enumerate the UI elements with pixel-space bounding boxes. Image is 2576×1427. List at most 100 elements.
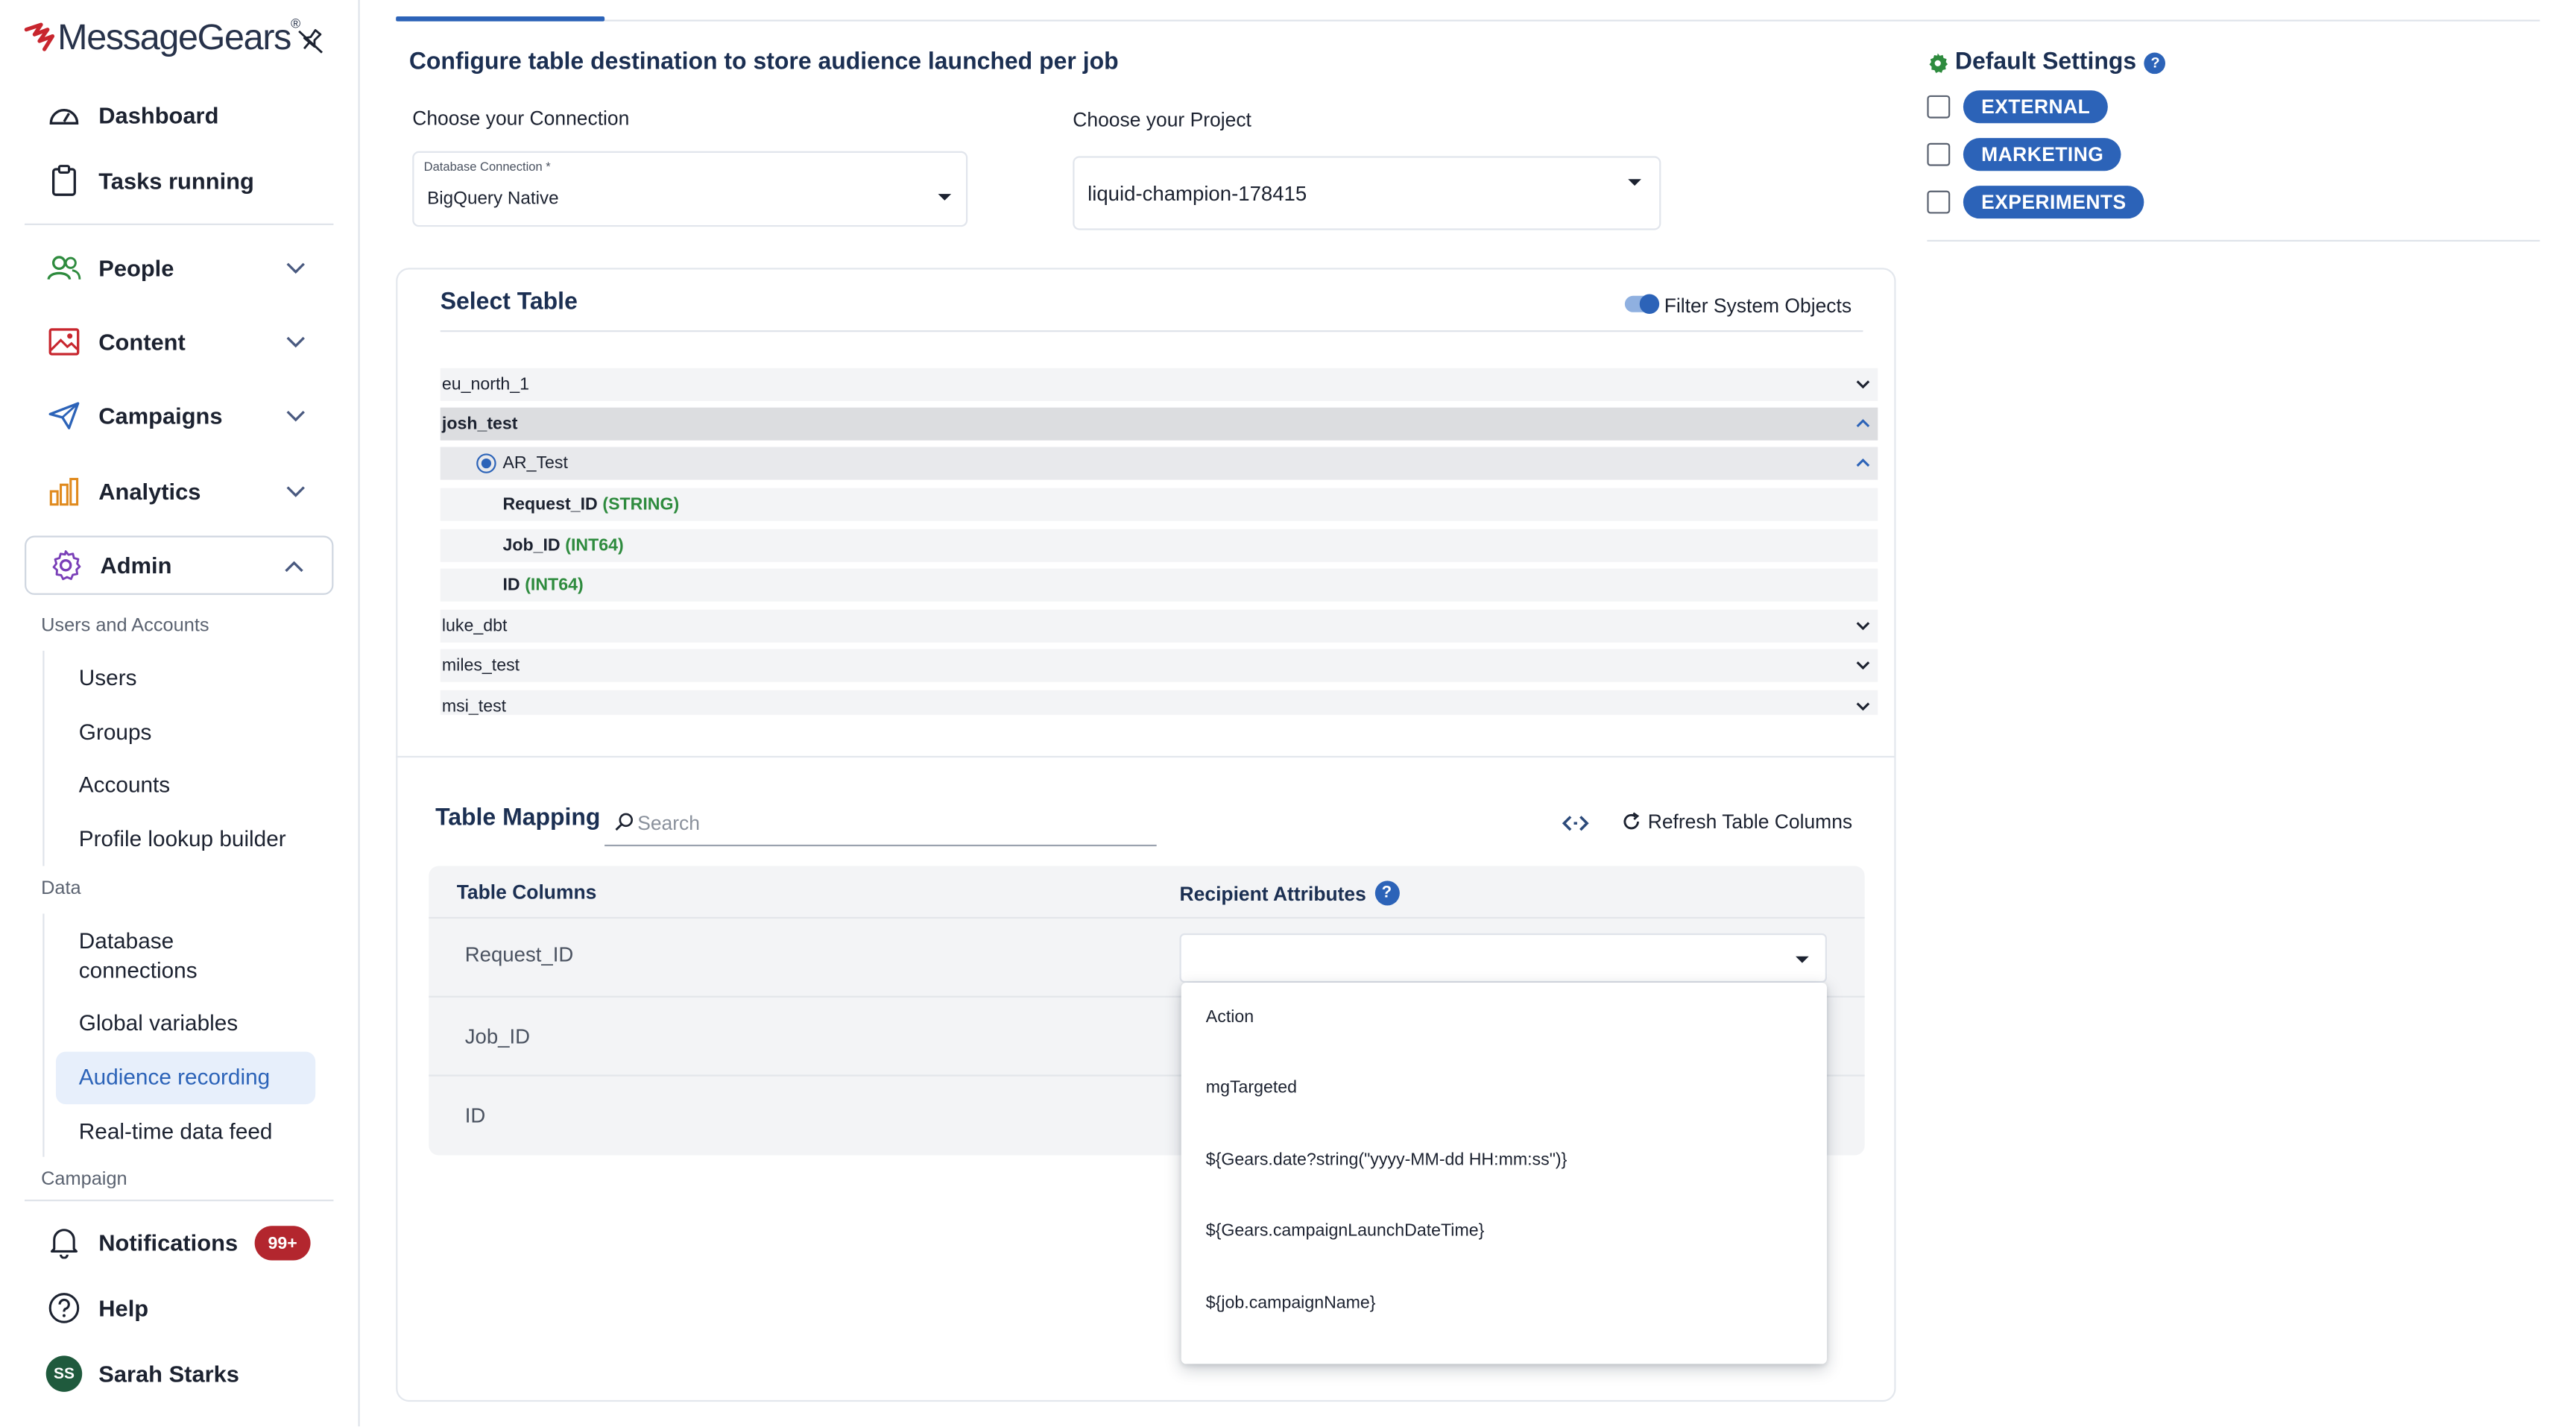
nav-content-label: Content: [98, 328, 186, 356]
dropdown-option[interactable]: ${Gears.date?string("yyyy-MM-dd HH:mm:ss…: [1206, 1150, 1568, 1170]
caret-down-icon: [1628, 179, 1641, 186]
nav-tasks-label: Tasks running: [98, 167, 254, 195]
caret-down-icon: [1796, 956, 1809, 963]
chevron-down-icon: [286, 336, 305, 348]
messagegears-logo-icon: [24, 22, 55, 51]
nav-campaigns[interactable]: Campaigns: [25, 386, 333, 445]
tag-checkbox-experiments[interactable]: [1927, 190, 1951, 214]
chevron-up-icon: [1856, 419, 1870, 428]
filter-system-objects-toggle[interactable]: [1624, 294, 1660, 314]
nav-content[interactable]: Content: [25, 312, 333, 371]
sidebar-item-audience-recording[interactable]: Audience recording: [55, 1051, 316, 1105]
mapping-search[interactable]: [604, 807, 1157, 847]
database-connection-select[interactable]: Database Connection * BigQuery Native: [412, 151, 968, 227]
sidebar-item-global-variables[interactable]: Global variables: [79, 1009, 238, 1039]
avatar: SS: [45, 1355, 83, 1392]
nav-people[interactable]: People: [25, 239, 333, 297]
tab-strip-border: [396, 19, 2540, 22]
select-table-divider: [440, 330, 1863, 333]
nav-dashboard[interactable]: Dashboard: [25, 86, 333, 145]
database-connection-field-label: Database Connection *: [423, 159, 551, 174]
chevron-up-icon: [1856, 458, 1870, 467]
nav-people-label: People: [98, 254, 174, 281]
dataset-row[interactable]: miles_test: [440, 649, 1878, 682]
sidebar: MessageGears® Dashboard Tasks running Pe…: [0, 0, 360, 1427]
help-icon[interactable]: ?: [2144, 51, 2166, 74]
nav-admin[interactable]: Admin: [25, 535, 334, 595]
nav-user-profile[interactable]: SS Sarah Starks: [25, 1344, 333, 1403]
section-data: Data: [41, 879, 81, 899]
sidebar-item-accounts[interactable]: Accounts: [79, 771, 170, 801]
connection-label: Choose your Connection: [412, 107, 630, 130]
card-divider: [396, 755, 1896, 758]
dropdown-option[interactable]: mgTargeted: [1206, 1078, 1297, 1097]
nav-help[interactable]: Help: [25, 1279, 333, 1338]
column-type: (INT64): [525, 575, 584, 595]
tag-checkbox-external[interactable]: [1927, 95, 1951, 119]
recipient-attribute-select[interactable]: [1179, 933, 1827, 983]
project-select[interactable]: liquid-champion-178415: [1073, 156, 1661, 230]
chevron-down-icon: [286, 410, 305, 422]
brand-logo[interactable]: MessageGears®: [23, 16, 300, 59]
dropdown-option[interactable]: ${Gears.campaignLaunchDateTime}: [1206, 1221, 1485, 1241]
sidebar-item-real-time-data-feed[interactable]: Real-time data feed: [79, 1118, 273, 1147]
section-users-accounts: Users and Accounts: [41, 616, 209, 636]
column-row: ID (INT64): [440, 568, 1878, 602]
recipient-attributes-label: Recipient Attributes: [1179, 881, 1366, 905]
column-type: (STRING): [602, 494, 680, 514]
notifications-badge: 99+: [254, 1226, 311, 1261]
dropdown-option[interactable]: Action: [1206, 1007, 1254, 1027]
default-settings-title: Default Settings ?: [1955, 49, 2166, 75]
refresh-icon: [1623, 812, 1640, 830]
column-row: Request_ID (STRING): [440, 488, 1878, 521]
chevron-down-icon: [286, 262, 305, 274]
search-input[interactable]: [637, 811, 1131, 835]
nav-analytics[interactable]: Analytics: [25, 462, 333, 520]
refresh-table-columns-button[interactable]: Refresh Table Columns: [1621, 810, 1852, 833]
project-label: Choose your Project: [1073, 108, 1251, 132]
active-tab-indicator[interactable]: [396, 16, 605, 22]
sidebar-item-groups[interactable]: Groups: [79, 718, 152, 748]
dataset-row[interactable]: luke_dbt: [440, 609, 1878, 643]
pin-off-icon[interactable]: [296, 26, 326, 56]
chevron-down-icon: [1856, 622, 1870, 631]
filter-system-objects-label: Filter System Objects: [1664, 294, 1852, 318]
submenu-line: [42, 650, 45, 866]
mapping-column-name: Job_ID: [464, 1025, 531, 1049]
dropdown-option[interactable]: ${job.campaignName}: [1206, 1294, 1376, 1313]
table-row-selected[interactable]: AR_Test: [440, 447, 1878, 480]
chevron-down-icon: [286, 486, 305, 497]
dataset-name: eu_north_1: [441, 374, 530, 394]
section-campaign: Campaign: [41, 1170, 127, 1188]
tag-checkbox-marketing[interactable]: [1927, 142, 1951, 166]
dataset-name: luke_dbt: [441, 616, 508, 636]
default-settings-divider: [1927, 239, 2540, 242]
dataset-row[interactable]: eu_north_1: [440, 368, 1878, 401]
swap-arrows-icon[interactable]: [1561, 813, 1591, 833]
sidebar-item-profile-lookup-builder[interactable]: Profile lookup builder: [79, 825, 286, 854]
nav-analytics-label: Analytics: [98, 478, 201, 505]
user-name: Sarah Starks: [98, 1360, 239, 1387]
dataset-row-expanded[interactable]: josh_test: [440, 407, 1878, 441]
bar-chart-icon: [46, 473, 82, 509]
sidebar-item-users[interactable]: Users: [79, 664, 137, 693]
table-columns-header: Table Columns: [456, 881, 597, 904]
select-table-title: Select Table: [440, 289, 578, 316]
help-icon[interactable]: ?: [1374, 881, 1399, 906]
sidebar-item-database-connections[interactable]: Database connections: [79, 927, 276, 986]
column-name: ID: [502, 575, 520, 595]
column-type: (INT64): [565, 535, 624, 555]
nav-tasks-running[interactable]: Tasks running: [25, 151, 333, 210]
people-icon: [46, 250, 82, 286]
chevron-down-icon: [1856, 380, 1870, 389]
help-circle-icon: [46, 1290, 82, 1326]
tag-pill-external: EXTERNAL: [1963, 90, 2109, 124]
table-name: AR_Test: [502, 453, 568, 473]
dataset-name: miles_test: [441, 655, 520, 675]
table-radio-selected[interactable]: [476, 453, 496, 473]
mapping-column-name: ID: [464, 1104, 486, 1128]
nav-notifications-label: Notifications: [98, 1229, 239, 1256]
dataset-row[interactable]: msi_test: [440, 690, 1878, 715]
paper-plane-icon: [46, 397, 82, 433]
caret-down-icon: [938, 194, 952, 201]
